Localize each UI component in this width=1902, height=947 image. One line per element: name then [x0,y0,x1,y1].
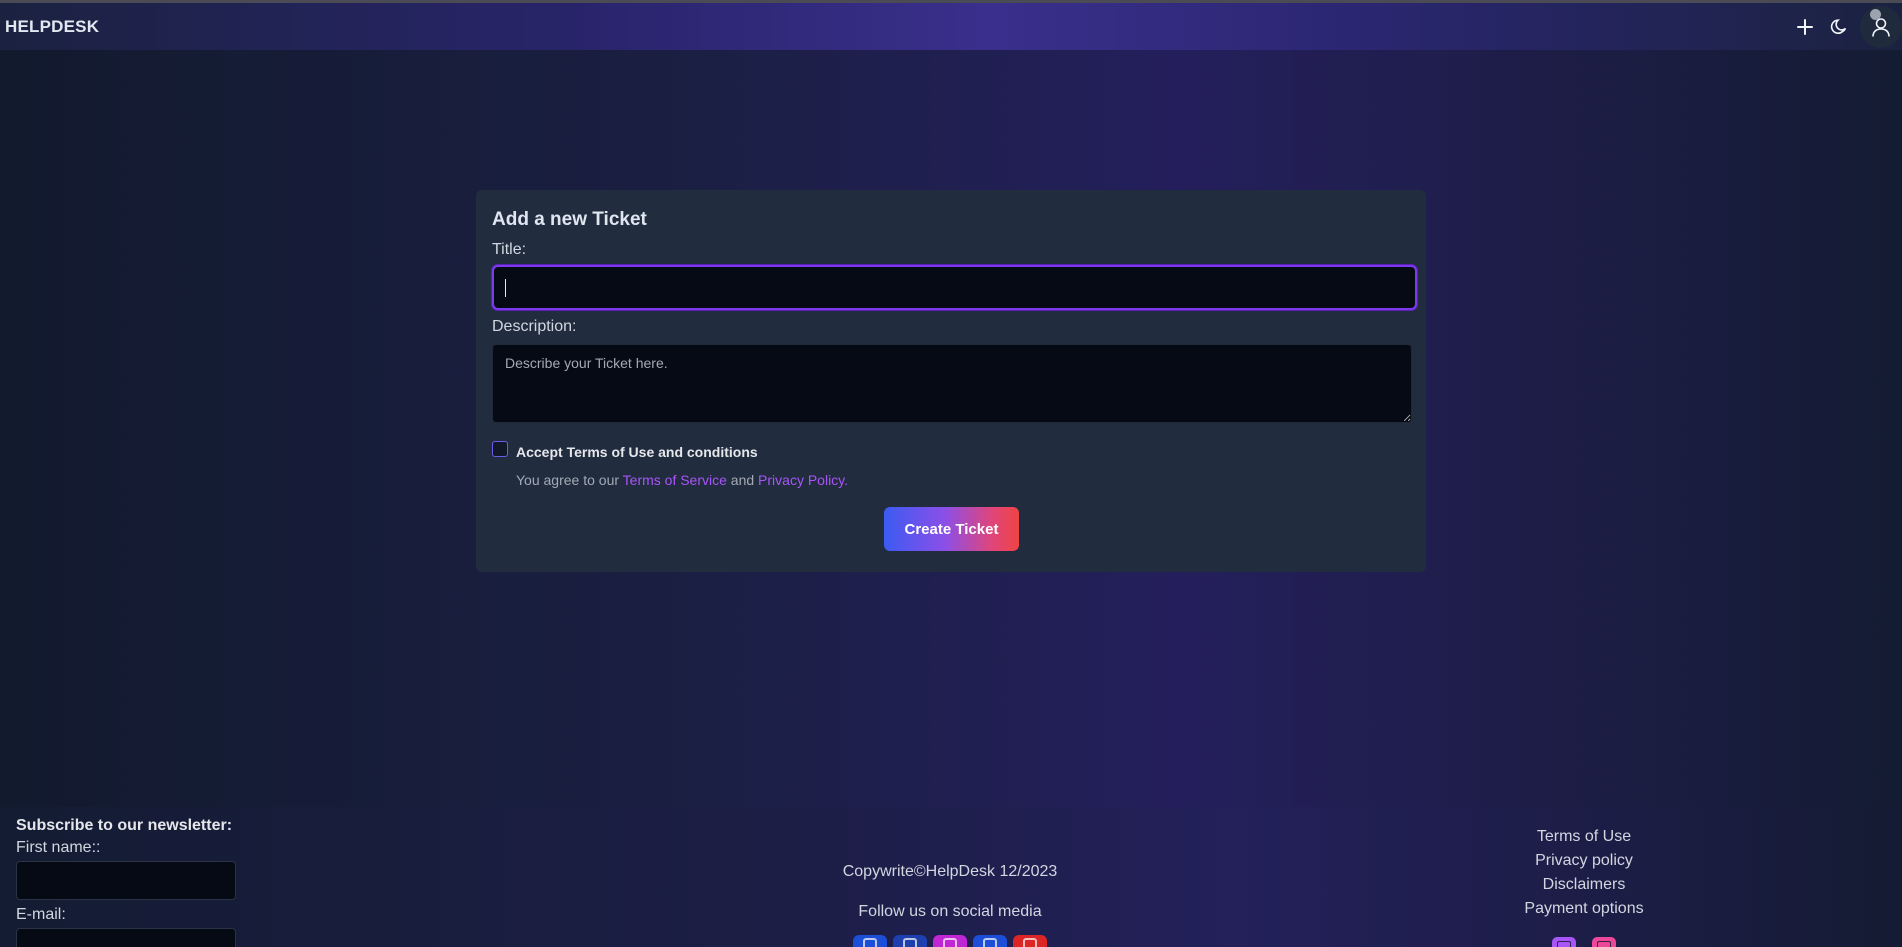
newsletter-title: Subscribe to our newsletter: [16,817,233,834]
text-caret [505,279,506,297]
terms-of-use-link[interactable]: Terms of Use [1500,825,1668,849]
youtube-icon[interactable] [1013,935,1047,947]
twitter-icon[interactable] [973,935,1007,947]
terms-label: Accept Terms of Use and conditions [516,444,758,460]
navbar: HELPDESK [0,3,1902,50]
privacy-policy-link[interactable]: Privacy Policy. [758,472,848,488]
terms-of-service-link[interactable]: Terms of Service [623,472,727,488]
user-avatar-button[interactable] [1860,5,1902,48]
title-label: Title: [492,241,527,258]
privacy-policy-footer-link[interactable]: Privacy policy [1500,849,1668,873]
ticket-form-card: Add a new Ticket Title: Description: Acc… [476,190,1426,572]
linkedin-icon[interactable] [853,935,887,947]
description-input[interactable] [492,344,1412,423]
footer: Subscribe to our newsletter: First name:… [0,807,1902,947]
payment-icons [1500,937,1668,947]
plus-icon[interactable] [1788,10,1822,44]
brand-logo[interactable]: HELPDESK [0,17,99,37]
email-input[interactable] [16,928,236,947]
terms-checkbox[interactable] [492,441,508,457]
footer-center: Copywrite©HelpDesk 12/2023 Follow us on … [835,863,1065,947]
footer-links: Terms of Use Privacy policy Disclaimers … [1500,825,1668,947]
navbar-actions [1788,5,1902,48]
instagram-icon[interactable] [933,935,967,947]
create-ticket-button[interactable]: Create Ticket [884,507,1019,551]
terms-text: Accept Terms of Use and conditions You a… [516,438,848,488]
terms-row: Accept Terms of Use and conditions You a… [492,438,1410,488]
agree-prefix: You agree to our [516,472,623,488]
email-label: E-mail: [16,906,66,923]
moon-icon[interactable] [1822,10,1856,44]
form-heading: Add a new Ticket [492,209,647,230]
terms-agreement: You agree to our Terms of Service and Pr… [516,472,848,488]
description-label: Description: [492,318,577,335]
payment-options-link[interactable]: Payment options [1500,897,1668,921]
first-name-label: First name:: [16,839,101,856]
agree-and: and [726,472,759,488]
facebook-icon[interactable] [893,935,927,947]
credit-card-icon [1592,937,1616,947]
disclaimers-link[interactable]: Disclaimers [1500,873,1668,897]
first-name-input[interactable] [16,861,236,900]
newsletter-form: Subscribe to our newsletter: First name:… [16,817,236,947]
copyright-text: Copywrite©HelpDesk 12/2023 [842,863,1058,880]
credit-card-icon [1552,937,1576,947]
social-links [835,935,1065,947]
status-dot [1870,8,1881,20]
follow-text: Follow us on social media [858,903,1042,920]
title-input[interactable] [492,265,1417,310]
